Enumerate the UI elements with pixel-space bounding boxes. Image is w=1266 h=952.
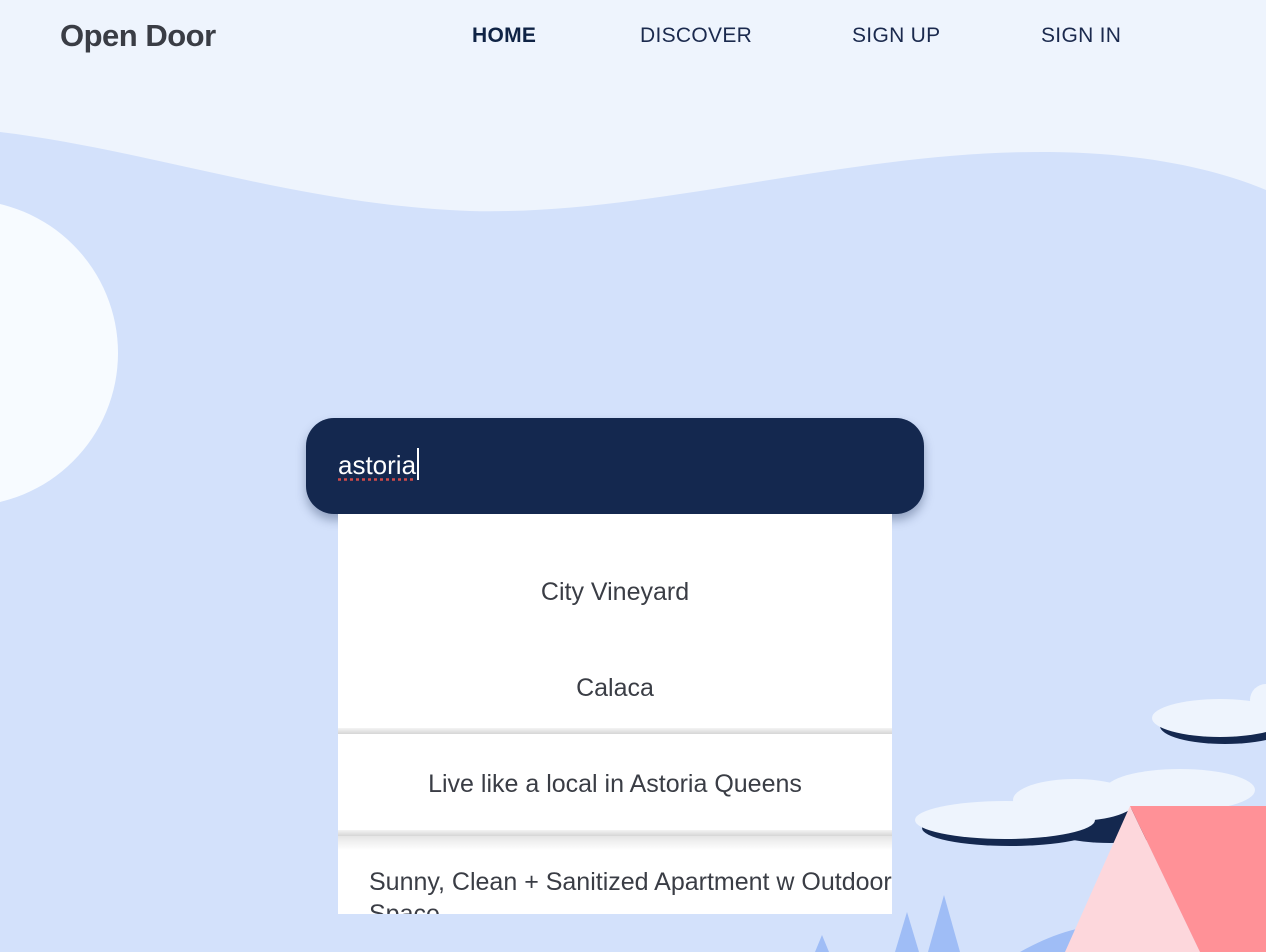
nav-discover[interactable]: DISCOVER [640, 24, 752, 48]
result-divider [338, 728, 892, 734]
search-result-item[interactable]: Live like a local in Astoria Queens [338, 770, 892, 799]
search-result-item[interactable]: Sunny, Clean + Sanitized Apartment w Out… [338, 866, 892, 914]
nav-sign-up[interactable]: SIGN UP [852, 24, 940, 48]
top-header: Open Door HOME DISCOVER SIGN UP SIGN IN [0, 0, 1266, 80]
search-result-item[interactable]: City Vineyard [338, 578, 892, 607]
nav-sign-in[interactable]: SIGN IN [1041, 24, 1121, 48]
logo[interactable]: Open Door [60, 18, 216, 54]
nav-home[interactable]: HOME [472, 24, 536, 48]
search-input-value: astoria [338, 450, 417, 480]
search-input[interactable]: astoria [338, 448, 420, 481]
result-divider-shadow [338, 836, 892, 850]
search-result-item[interactable]: Calaca [338, 674, 892, 703]
text-caret [417, 448, 420, 480]
cloud-shape [915, 801, 1095, 839]
search-box[interactable]: astoria [306, 418, 924, 514]
search-results-dropdown: City Vineyard Calaca Live like a local i… [338, 514, 892, 914]
